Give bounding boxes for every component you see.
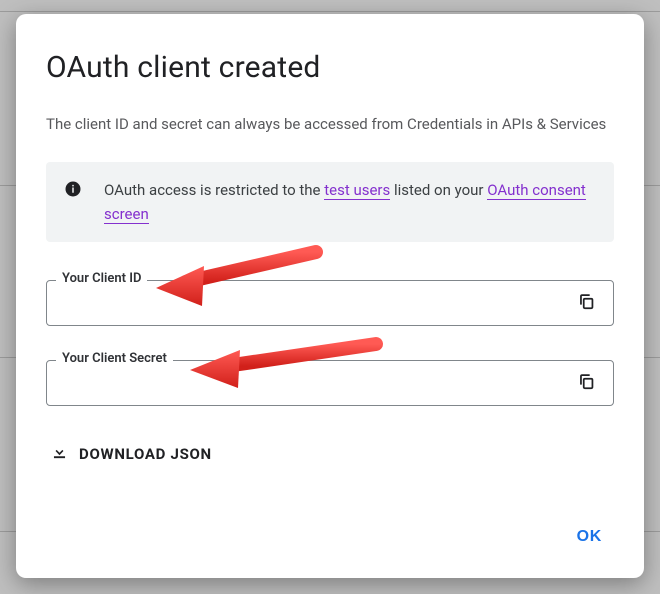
notice-text: OAuth access is restricted to the test u… — [104, 178, 596, 226]
download-icon — [50, 442, 69, 465]
info-icon — [64, 180, 82, 202]
copy-client-id-button[interactable] — [569, 286, 603, 320]
copy-icon — [577, 372, 596, 394]
copy-icon — [577, 292, 596, 314]
client-id-label: Your Client ID — [56, 271, 147, 286]
restricted-access-notice: OAuth access is restricted to the test u… — [46, 162, 614, 242]
ok-button[interactable]: OK — [565, 520, 614, 554]
copy-client-secret-button[interactable] — [569, 366, 603, 400]
oauth-created-dialog: OAuth client created The client ID and s… — [16, 14, 644, 578]
dialog-title: OAuth client created — [46, 50, 614, 85]
client-secret-field-wrap: Your Client Secret — [46, 360, 614, 406]
download-json-label: DOWNLOAD JSON — [79, 445, 212, 463]
dialog-subtitle: The client ID and secret can always be a… — [46, 113, 614, 136]
client-secret-field — [46, 360, 614, 406]
test-users-link[interactable]: test users — [324, 181, 390, 200]
client-secret-label: Your Client Secret — [56, 351, 173, 366]
download-json-button[interactable]: DOWNLOAD JSON — [46, 436, 216, 471]
client-id-field — [46, 280, 614, 326]
client-id-field-wrap: Your Client ID — [46, 280, 614, 326]
dialog-footer: OK — [565, 520, 614, 554]
